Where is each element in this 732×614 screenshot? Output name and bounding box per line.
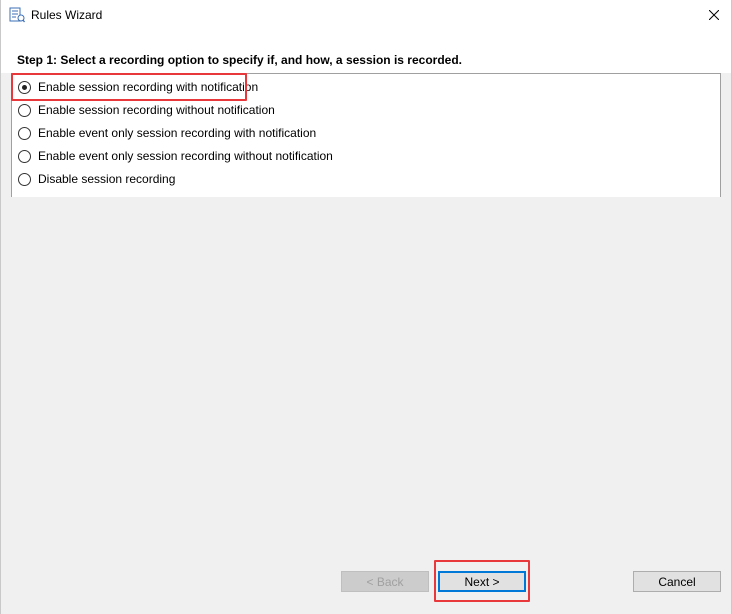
close-button[interactable] bbox=[697, 0, 731, 31]
option-disable-recording[interactable]: Disable session recording bbox=[18, 170, 175, 188]
option-label: Enable event only session recording with… bbox=[38, 149, 333, 163]
option-event-only-with-notification[interactable]: Enable event only session recording with… bbox=[18, 124, 316, 142]
radio-button[interactable] bbox=[18, 126, 31, 140]
close-icon bbox=[708, 9, 720, 23]
cancel-button[interactable]: Cancel bbox=[633, 571, 721, 592]
window-title: Rules Wizard bbox=[31, 8, 103, 22]
option-label: Disable session recording bbox=[38, 172, 176, 186]
radio-button[interactable] bbox=[18, 149, 31, 163]
back-button[interactable]: < Back bbox=[341, 571, 429, 592]
highlight-box bbox=[11, 73, 247, 101]
radio-button[interactable] bbox=[18, 103, 31, 117]
rules-wizard-window: Rules Wizard Step 1: Select a recording … bbox=[0, 0, 732, 614]
option-label: Enable event only session recording with… bbox=[38, 126, 317, 140]
wizard-body: Step 1: Select a recording option to spe… bbox=[1, 31, 731, 614]
radio-button[interactable] bbox=[18, 172, 31, 186]
rules-wizard-icon bbox=[9, 7, 26, 23]
option-label: Enable session recording without notific… bbox=[38, 103, 275, 117]
title-bar: Rules Wizard bbox=[1, 0, 731, 31]
option-event-only-without-notification[interactable]: Enable event only session recording with… bbox=[18, 147, 333, 165]
highlight-box bbox=[434, 560, 530, 602]
step-header: Step 1: Select a recording option to spe… bbox=[1, 31, 731, 73]
option-enable-without-notification[interactable]: Enable session recording without notific… bbox=[18, 101, 275, 119]
step-title: Step 1: Select a recording option to spe… bbox=[17, 53, 462, 67]
